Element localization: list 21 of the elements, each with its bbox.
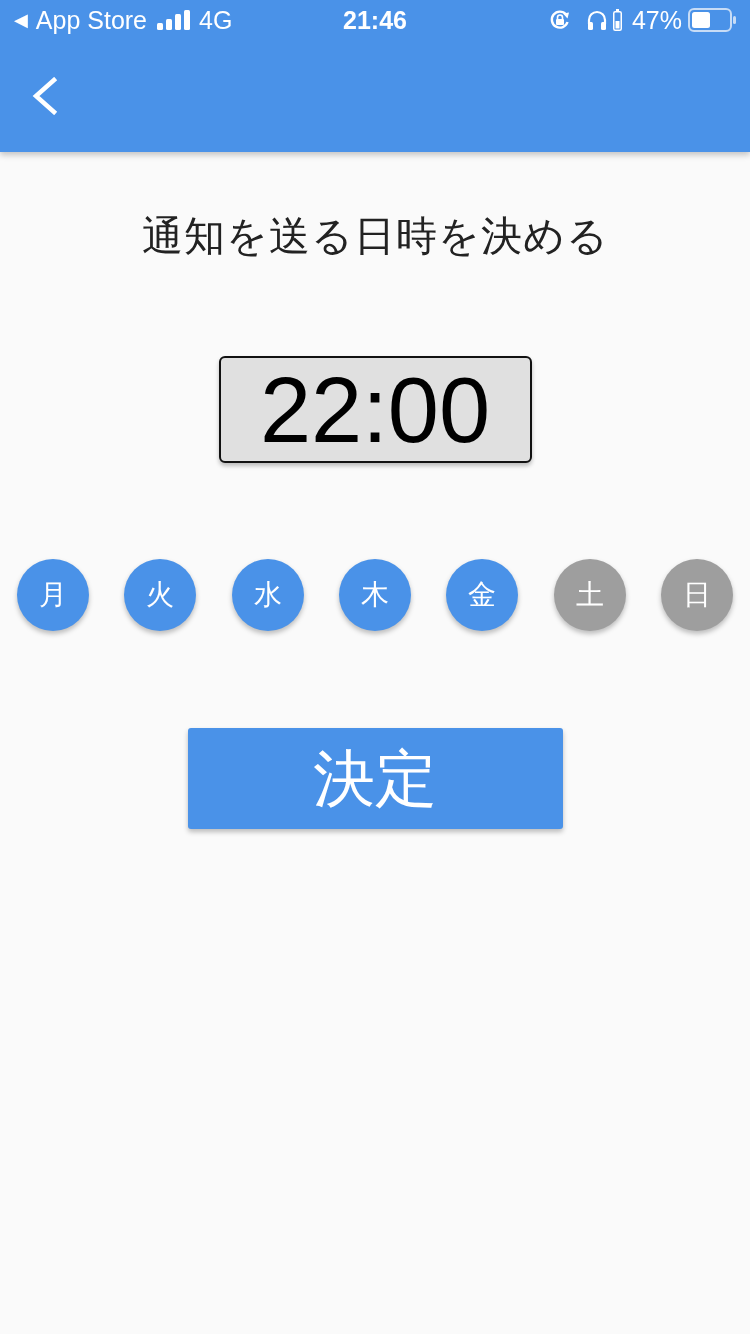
weekday-toggle[interactable]: 火 <box>124 559 197 631</box>
back-arrow-glyph[interactable]: ◀ <box>14 11 28 29</box>
weekday-toggle[interactable]: 月 <box>17 559 89 631</box>
weekday-toggle[interactable]: 土 <box>553 559 626 631</box>
rotation-lock-icon <box>548 9 571 31</box>
weekday-toggle[interactable]: 金 <box>446 559 519 631</box>
clock-time: 21:46 <box>343 7 407 33</box>
battery-percent: 47% <box>631 7 682 33</box>
small-battery-icon <box>612 9 622 31</box>
signal-icon <box>157 10 192 30</box>
weekday-toggle[interactable]: 水 <box>231 559 304 631</box>
back-app-label[interactable]: App Store <box>35 7 148 33</box>
network-label: 4G <box>199 7 233 33</box>
confirm-button[interactable]: 決定 <box>187 728 563 829</box>
page-title: 通知を送る日時を決める <box>141 212 609 260</box>
weekday-toggle[interactable]: 木 <box>339 559 411 631</box>
battery-icon <box>688 8 736 32</box>
headphones-icon <box>586 10 607 30</box>
back-chevron-icon <box>30 77 58 115</box>
weekday-toggle[interactable]: 日 <box>660 559 733 631</box>
time-display[interactable]: 22:00 <box>218 356 532 463</box>
